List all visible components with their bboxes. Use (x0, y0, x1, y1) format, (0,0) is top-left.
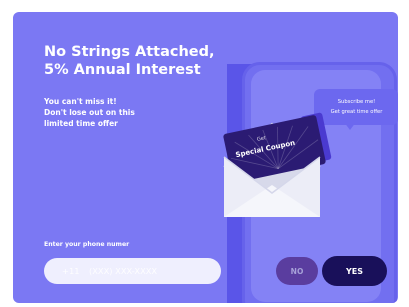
tooltip-subtitle: Get great time offer (330, 109, 383, 115)
phone-label: Enter your phone numer (44, 241, 130, 248)
page: Subscribe me! Get great time offer Get S… (0, 0, 409, 307)
envelope-front (223, 156, 321, 217)
tooltip-title: Subscribe me! (337, 99, 376, 105)
yes-button[interactable]: YES (322, 256, 387, 286)
promo-title: No Strings Attached, 5% Annual Interest (44, 44, 215, 78)
phone-placeholder: (XXX) XXX-XXXX (89, 266, 158, 276)
no-button[interactable]: NO (276, 257, 318, 285)
phone-prefix: +11 (62, 266, 80, 276)
subscribe-tooltip (314, 89, 398, 125)
promo-card: Subscribe me! Get great time offer Get S… (13, 12, 398, 303)
tooltip-tail (344, 122, 356, 130)
promo-subtitle: You can't miss it! Don't lose out on thi… (44, 97, 135, 128)
